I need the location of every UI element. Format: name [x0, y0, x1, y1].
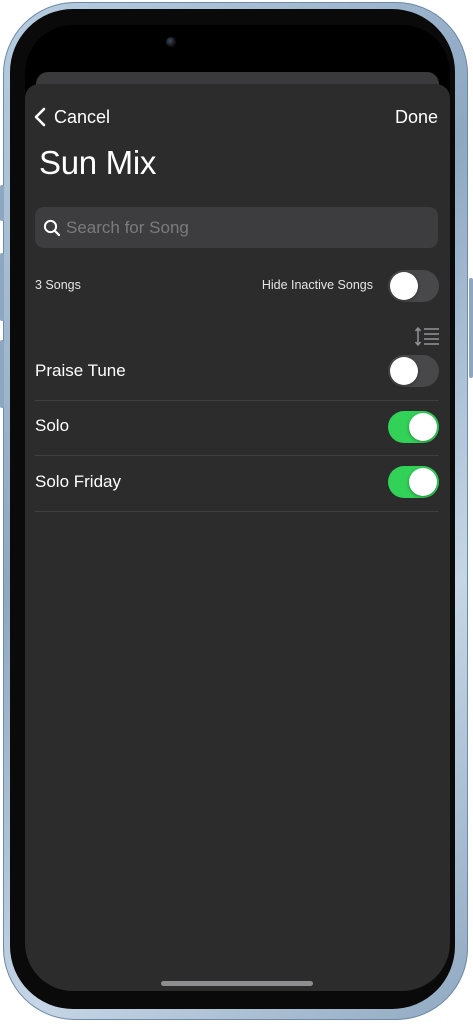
song-name: Praise Tune — [35, 361, 126, 380]
song-name: Solo Friday — [35, 472, 121, 491]
cancel-label: Cancel — [54, 106, 111, 127]
toggle-knob — [409, 413, 437, 441]
song-active-toggle[interactable] — [388, 355, 439, 387]
volume-down-button — [0, 340, 4, 408]
toggle-knob — [390, 357, 418, 385]
action-button — [0, 185, 4, 221]
home-indicator — [161, 981, 313, 986]
search-icon — [43, 219, 61, 236]
song-row[interactable]: Solo — [35, 400, 439, 456]
song-row[interactable]: Praise Tune — [35, 345, 439, 401]
done-button[interactable]: Done — [395, 104, 438, 130]
toggle-knob — [409, 468, 437, 496]
song-active-toggle[interactable] — [388, 411, 439, 443]
power-button — [469, 278, 473, 378]
chevron-left-icon — [34, 107, 46, 127]
volume-up-button — [0, 253, 4, 321]
search-input[interactable] — [66, 217, 416, 238]
song-name: Solo — [35, 416, 70, 435]
song-active-toggle[interactable] — [388, 466, 439, 498]
hide-inactive-label: Hide Inactive Songs — [261, 278, 373, 292]
front-camera-icon — [166, 37, 176, 47]
search-bar[interactable] — [35, 207, 438, 248]
song-count: 3 Songs — [35, 278, 81, 292]
page-title: Sun Mix — [39, 144, 157, 181]
song-row[interactable]: Solo Friday — [35, 456, 439, 512]
toggle-knob — [390, 272, 418, 300]
cancel-button[interactable]: Cancel — [34, 104, 110, 130]
hide-inactive-toggle[interactable] — [388, 270, 439, 302]
